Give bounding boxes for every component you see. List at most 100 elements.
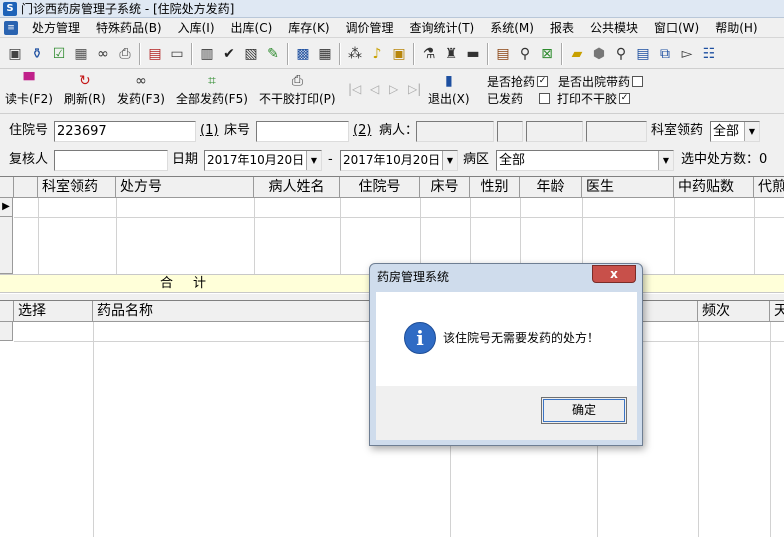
bed-input[interactable] — [256, 121, 349, 142]
reviewer-input[interactable] — [54, 150, 168, 171]
header-days[interactable]: 天 — [770, 301, 784, 322]
menu-stock[interactable]: 库存(K) — [280, 18, 337, 38]
close-icon[interactable]: x — [592, 265, 636, 283]
window-icon[interactable]: ⧉ — [655, 43, 675, 65]
export-icon[interactable]: ▧ — [241, 43, 261, 65]
menu-prescription[interactable]: 处方管理 — [24, 18, 88, 38]
folder-icon[interactable]: ▰ — [567, 43, 587, 65]
chevron-down-icon[interactable]: ▼ — [442, 151, 457, 170]
date-from-picker[interactable]: 2017年10月20日 ▼ — [204, 150, 322, 171]
menu-inbound[interactable]: 入库(I) — [170, 18, 223, 38]
menu-special-drugs[interactable]: 特殊药品(B) — [88, 18, 170, 38]
pill-search-icon[interactable]: ⚗ — [419, 43, 439, 65]
zoom-icon[interactable]: ⚲ — [611, 43, 631, 65]
header-herb-count[interactable]: 中药贴数 — [674, 177, 754, 198]
message-dialog: 药房管理系统 x i 该住院号无需要发药的处方！ 确定 — [369, 263, 643, 446]
header-bed[interactable]: 床号 — [420, 177, 470, 198]
bell-icon[interactable]: ⁂ — [345, 43, 365, 65]
page-icon[interactable]: ▤ — [145, 43, 165, 65]
send-icon[interactable]: ▻ — [677, 43, 697, 65]
chevron-down-icon[interactable]: ▼ — [658, 151, 673, 170]
last-record-icon[interactable]: ▷| — [408, 82, 421, 96]
dept-select[interactable]: 全部 ▼ — [710, 121, 760, 142]
stop-icon[interactable]: ⬢ — [589, 43, 609, 65]
excel-icon[interactable]: ⊠ — [537, 43, 557, 65]
print-dry-label: 打印不干胶 — [557, 92, 618, 106]
document-icon[interactable]: ▥ — [197, 43, 217, 65]
dispense-button[interactable]: ∞ 发药(F3) — [117, 73, 165, 111]
edit-icon[interactable]: ✎ — [263, 43, 283, 65]
prev-record-icon[interactable]: ◁ — [370, 82, 379, 96]
step1-label: (1) — [200, 123, 219, 138]
clipboard-icon[interactable]: ▣ — [5, 43, 25, 65]
print-dry-checkbox[interactable]: ✓ — [619, 93, 631, 104]
row-indicator-column — [0, 217, 13, 274]
chevron-down-icon[interactable]: ▼ — [744, 122, 759, 141]
menu-price-adjust[interactable]: 调价管理 — [338, 18, 402, 38]
document-menu-icon[interactable]: ≡ — [4, 20, 18, 35]
header-sex[interactable]: 性别 — [470, 177, 520, 198]
chevron-down-icon[interactable]: ▼ — [306, 151, 321, 170]
robbed-label: 是否抢药 — [487, 75, 536, 89]
drawer-icon[interactable]: ▬ — [463, 43, 483, 65]
calculator-icon[interactable]: ▦ — [71, 43, 91, 65]
ok-button[interactable]: 确定 — [541, 397, 627, 424]
next-record-icon[interactable]: ▷ — [389, 82, 398, 96]
refresh-button[interactable]: ↻ 刷新(R) — [64, 73, 106, 111]
bottle-icon[interactable]: ⚱ — [27, 43, 47, 65]
card-icon[interactable]: ▭ — [167, 43, 187, 65]
list-icon[interactable]: ▤ — [633, 43, 653, 65]
patient-sex-field — [497, 121, 523, 142]
grid-row-line — [14, 217, 784, 218]
first-record-icon[interactable]: |◁ — [348, 82, 361, 96]
header-age[interactable]: 年龄 — [520, 177, 582, 198]
pm-icon[interactable]: ♪ — [367, 43, 387, 65]
exit-button[interactable]: ▮ 退出(X) — [428, 73, 470, 111]
admission-no-input[interactable]: 223697 — [54, 121, 196, 142]
dispensed-checkbox-row[interactable]: 已发药 — [487, 90, 551, 107]
grid-icon[interactable]: ▦ — [315, 43, 335, 65]
menu-reports[interactable]: 报表 — [542, 18, 582, 38]
toolbar-separator — [339, 42, 341, 65]
check-doc-icon[interactable]: ✔ — [219, 43, 239, 65]
selected-count-label: 选中处方数：0 — [681, 152, 768, 167]
header-frequency[interactable]: 频次 — [698, 301, 770, 322]
print-dry-checkbox-row[interactable]: 打印不干胶 ✓ — [557, 90, 631, 107]
header-prescription-no[interactable]: 处方号 — [116, 177, 254, 198]
date-to-picker[interactable]: 2017年10月20日 ▼ — [340, 150, 458, 171]
read-card-button[interactable]: ▀ 读卡(F2) — [5, 73, 53, 111]
robbed-checkbox-row[interactable]: 是否抢药 ✓ — [487, 73, 549, 90]
robbed-checkbox[interactable]: ✓ — [537, 76, 549, 87]
menu-outbound[interactable]: 出库(C) — [223, 18, 281, 38]
pill-icon[interactable]: ▣ — [389, 43, 409, 65]
menu-query-stats[interactable]: 查询统计(T) — [402, 18, 483, 38]
scan-icon[interactable]: ⎙ — [115, 43, 135, 65]
menu-common[interactable]: 公共模块 — [582, 18, 646, 38]
title-bar: S 门诊西药房管理子系统 - [住院处方发药] — [0, 0, 784, 18]
drug-icon[interactable]: ☷ — [699, 43, 719, 65]
ward-select[interactable]: 全部 ▼ — [496, 150, 674, 171]
header-patient-name[interactable]: 病人姓名 — [254, 177, 340, 198]
menu-help[interactable]: 帮助(H) — [707, 18, 765, 38]
thermometer-icon[interactable]: ▤ — [493, 43, 513, 65]
print-label-button[interactable]: ⎙ 不干胶打印(P) — [259, 73, 336, 111]
header-dept[interactable]: 科室领药 — [38, 177, 116, 198]
total-label: 合计 — [160, 276, 227, 291]
discharge-checkbox[interactable] — [632, 76, 644, 87]
menu-system[interactable]: 系统(M) — [482, 18, 542, 38]
header-select[interactable]: 选择 — [14, 301, 93, 322]
monitor-icon[interactable]: ▩ — [293, 43, 313, 65]
dispensed-checkbox[interactable] — [539, 93, 551, 104]
magnifier-icon[interactable]: ⚲ — [515, 43, 535, 65]
header-decoct[interactable]: 代煎 — [754, 177, 784, 198]
discharge-checkbox-row[interactable]: 是否出院带药 — [558, 73, 644, 90]
dialog-footer: 确定 — [376, 386, 637, 440]
ledger-icon[interactable]: ♜ — [441, 43, 461, 65]
menu-window[interactable]: 窗口(W) — [646, 18, 707, 38]
refresh-icon: ↻ — [78, 73, 91, 89]
header-doctor[interactable]: 医生 — [582, 177, 674, 198]
dispense-all-button[interactable]: ⌗ 全部发药(F5) — [176, 73, 248, 111]
header-admission-no[interactable]: 住院号 — [340, 177, 420, 198]
binoculars-icon[interactable]: ∞ — [93, 43, 113, 65]
checklist-icon[interactable]: ☑ — [49, 43, 69, 65]
